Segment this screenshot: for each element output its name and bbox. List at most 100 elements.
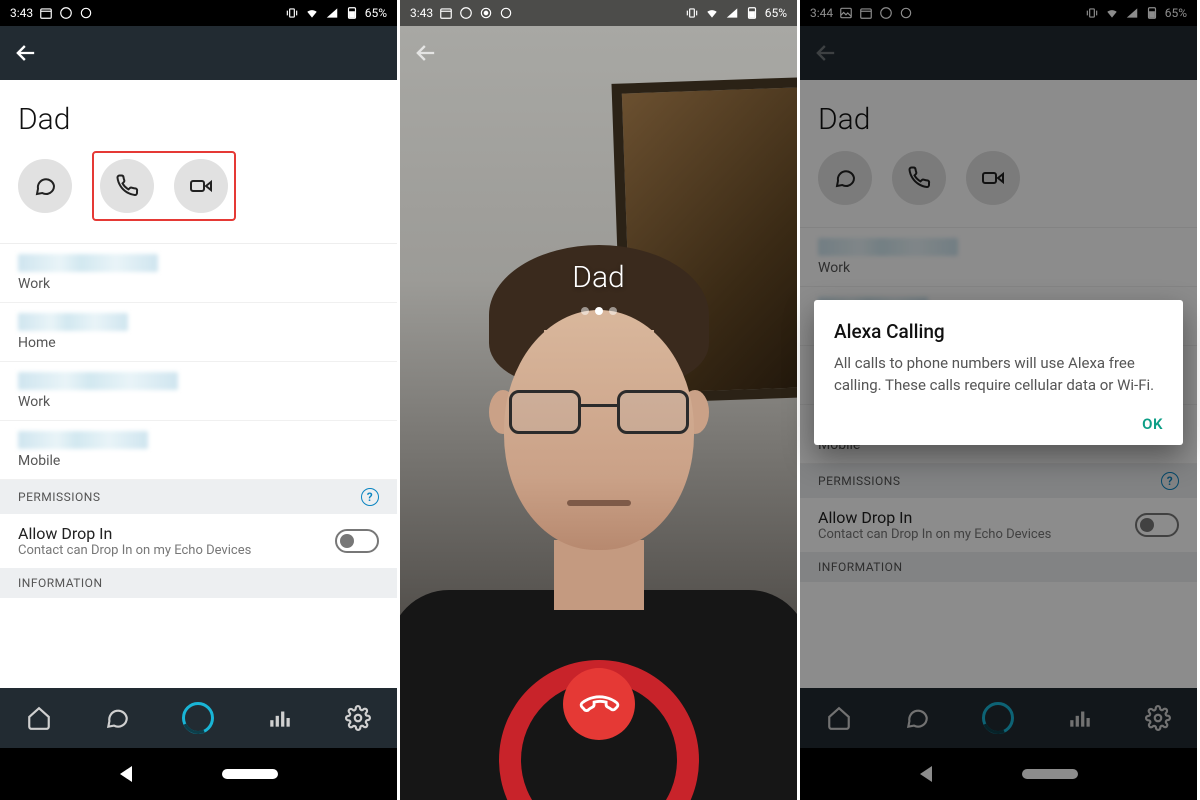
contact-actions <box>800 151 1197 227</box>
voice-call-button[interactable] <box>892 151 946 205</box>
sys-back-button[interactable] <box>920 766 932 782</box>
section-label: PERMISSIONS <box>18 490 100 504</box>
target-icon <box>479 6 493 20</box>
vibrate-icon <box>1085 6 1099 20</box>
contact-name: Dad <box>0 80 397 151</box>
dialog-ok-button[interactable]: OK <box>834 415 1163 433</box>
voice-call-button[interactable] <box>100 159 154 213</box>
phone-label: Work <box>18 276 379 292</box>
contact-content: Dad Work Home <box>0 80 397 688</box>
alexa-status-icon <box>79 6 93 20</box>
nav-music-icon[interactable] <box>267 705 293 731</box>
battery-icon <box>345 6 359 20</box>
status-time: 3:43 <box>410 6 433 20</box>
video-icon <box>981 166 1005 190</box>
redacted-number <box>18 372 178 390</box>
app-bar <box>800 26 1197 80</box>
chat-icon <box>833 166 857 190</box>
drop-in-toggle[interactable] <box>335 529 379 553</box>
status-time: 3:44 <box>810 6 833 20</box>
nav-alexa-icon[interactable] <box>982 702 1014 734</box>
sys-back-button[interactable] <box>120 766 132 782</box>
back-button[interactable] <box>12 39 40 67</box>
back-button[interactable] <box>412 39 440 67</box>
status-time: 3:43 <box>10 6 33 20</box>
phone-label: Work <box>818 260 1179 276</box>
video-call-button[interactable] <box>174 159 228 213</box>
contact-name: Dad <box>800 80 1197 151</box>
screenshot-alexa-calling-dialog: 3:44 65% Dad <box>800 0 1200 800</box>
redacted-number <box>18 254 158 272</box>
battery-percent: 65% <box>765 6 787 20</box>
soccer-icon <box>879 6 893 20</box>
nav-music-icon[interactable] <box>1067 705 1093 731</box>
sys-home-button[interactable] <box>1022 769 1078 779</box>
signal-icon <box>1125 6 1139 20</box>
contact-actions <box>0 151 397 243</box>
soccer-icon <box>459 6 473 20</box>
phone-icon <box>115 174 139 198</box>
battery-percent: 65% <box>1165 6 1187 20</box>
phone-number-item[interactable]: Work <box>0 244 397 303</box>
call-buttons-highlight <box>92 151 236 221</box>
phone-numbers-list: Work Home Work Mobile <box>0 243 397 480</box>
dialog-title: Alexa Calling <box>834 320 1163 343</box>
alexa-calling-dialog: Alexa Calling All calls to phone numbers… <box>814 300 1183 445</box>
drop-in-row[interactable]: Allow Drop In Contact can Drop In on my … <box>0 514 397 568</box>
hangup-button[interactable] <box>563 668 635 740</box>
calendar-icon <box>439 6 453 20</box>
message-button[interactable] <box>818 151 872 205</box>
glasses-icon <box>509 390 689 434</box>
phone-label: Home <box>18 335 379 351</box>
nav-settings-icon[interactable] <box>345 705 371 731</box>
video-icon <box>189 174 213 198</box>
drop-in-row[interactable]: Allow Drop In Contact can Drop In on my … <box>800 498 1197 552</box>
help-icon[interactable]: ? <box>361 488 379 506</box>
phone-hangup-icon <box>574 680 622 728</box>
section-label: INFORMATION <box>18 576 103 590</box>
information-header: INFORMATION <box>0 568 397 598</box>
phone-label: Work <box>18 394 379 410</box>
sys-home-button[interactable] <box>222 769 278 779</box>
nav-chat-icon[interactable] <box>104 705 130 731</box>
nav-home-icon[interactable] <box>26 705 52 731</box>
perm-subtitle: Contact can Drop In on my Echo Devices <box>18 543 251 558</box>
nav-alexa-icon[interactable] <box>182 702 214 734</box>
drop-in-toggle[interactable] <box>1135 513 1179 537</box>
perm-title: Allow Drop In <box>818 508 1051 527</box>
phone-number-item[interactable]: Work <box>0 362 397 421</box>
dialog-body: All calls to phone numbers will use Alex… <box>834 353 1163 397</box>
phone-number-item[interactable]: Mobile <box>0 421 397 480</box>
battery-icon <box>1145 6 1159 20</box>
information-header: INFORMATION <box>800 552 1197 582</box>
connecting-dots <box>400 300 797 319</box>
redacted-number <box>818 238 958 256</box>
phone-number-item[interactable]: Work <box>800 228 1197 287</box>
help-icon[interactable]: ? <box>1161 472 1179 490</box>
soccer-icon <box>59 6 73 20</box>
permissions-header: PERMISSIONS ? <box>800 464 1197 498</box>
calendar-icon <box>859 6 873 20</box>
redacted-number <box>18 431 148 449</box>
screenshot-video-call: 3:43 65% Dad <box>400 0 800 800</box>
message-button[interactable] <box>18 159 72 213</box>
nav-home-icon[interactable] <box>826 705 852 731</box>
video-call-button[interactable] <box>966 151 1020 205</box>
perm-subtitle: Contact can Drop In on my Echo Devices <box>818 527 1051 542</box>
nav-settings-icon[interactable] <box>1145 705 1171 731</box>
bottom-nav <box>800 688 1197 748</box>
image-icon <box>839 6 853 20</box>
wifi-icon <box>305 6 319 20</box>
phone-label: Mobile <box>18 453 379 469</box>
calling-name: Dad <box>400 260 797 295</box>
status-bar: 3:44 65% <box>800 0 1197 26</box>
permissions-header: PERMISSIONS ? <box>0 480 397 514</box>
section-label: PERMISSIONS <box>818 474 900 488</box>
phone-number-item[interactable]: Home <box>0 303 397 362</box>
wifi-icon <box>705 6 719 20</box>
back-button[interactable] <box>812 39 840 67</box>
alexa-status-icon <box>899 6 913 20</box>
battery-icon <box>745 6 759 20</box>
nav-chat-icon[interactable] <box>904 705 930 731</box>
battery-percent: 65% <box>365 6 387 20</box>
